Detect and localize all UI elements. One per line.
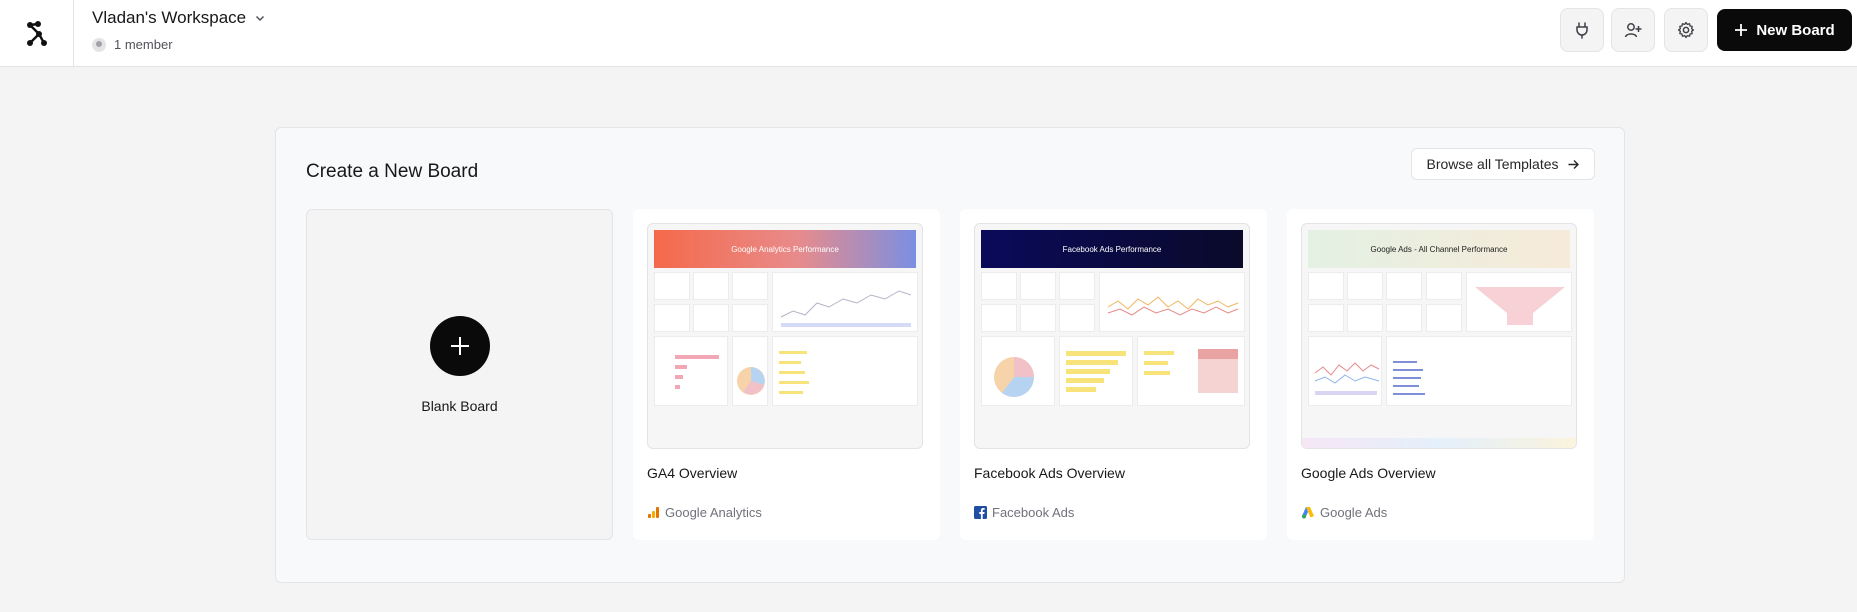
workspace-members[interactable]: 1 member [92,37,266,52]
facebook-icon [974,506,987,519]
template-source: Google Ads [1301,505,1387,520]
preview-tile [981,272,1017,300]
preview-header: Google Analytics Performance [654,230,916,268]
preview-tile [1426,304,1462,332]
new-board-button[interactable]: New Board [1717,9,1852,51]
preview-tile [1347,272,1383,300]
preview-tile [1386,304,1422,332]
top-bar: Vladan's Workspace 1 member New Board [0,0,1857,67]
preview-line-chart [1308,336,1382,406]
template-source: Facebook Ads [974,505,1074,520]
blank-board-label: Blank Board [421,397,498,414]
preview-tile [1059,304,1095,332]
preview-tile [1386,272,1422,300]
browse-templates-button[interactable]: Browse all Templates [1411,148,1595,180]
integrations-button[interactable] [1560,8,1604,52]
template-preview: Google Ads - All Channel Performance [1301,223,1577,449]
preview-tile [1347,304,1383,332]
preview-bar-chart [654,336,728,406]
preview-tile [732,272,768,300]
logo-cell[interactable] [0,0,74,67]
invite-member-button[interactable] [1611,8,1655,52]
template-preview: Google Analytics Performance [647,223,923,449]
add-user-icon [1624,23,1642,38]
preview-bar-chart [1059,336,1133,406]
browse-templates-label: Browse all Templates [1426,156,1559,172]
member-count: 1 member [114,37,173,52]
preview-tile [1059,272,1095,300]
preview-bar-chart [1137,336,1245,406]
preview-tile [654,304,690,332]
preview-tile [693,304,729,332]
app-logo-icon [26,20,47,46]
template-source-label: Google Ads [1320,505,1388,520]
template-card-ga4[interactable]: Google Analytics Performance GA4 Overvie… [633,209,940,540]
preview-table [772,336,918,406]
template-preview: Facebook Ads Performance [974,223,1250,449]
preview-footer-gradient [1302,438,1576,448]
plus-icon [1735,24,1748,36]
settings-button[interactable] [1664,8,1708,52]
workspace-name: Vladan's Workspace [92,8,247,27]
member-avatar [92,37,106,52]
blank-board-card[interactable]: Blank Board [306,209,613,540]
plug-icon [1576,22,1588,39]
preview-heading: Google Ads - All Channel Performance [1370,244,1508,254]
template-title: Facebook Ads Overview [974,465,1125,481]
google-ads-icon [1302,507,1314,519]
workspace-switcher[interactable]: Vladan's Workspace 1 member [92,7,266,52]
preview-header: Google Ads - All Channel Performance [1308,230,1570,268]
template-card-facebook-ads[interactable]: Facebook Ads Performance Facebook Ads Ov… [960,209,1267,540]
preview-funnel-chart [1466,272,1572,332]
template-source-label: Google Analytics [665,505,762,520]
create-board-panel: Create a New Board Browse all Templates … [275,127,1625,583]
workspace-title[interactable]: Vladan's Workspace [92,7,266,29]
preview-line-chart [772,272,918,332]
preview-tile [1308,272,1344,300]
preview-tile [693,272,729,300]
chevron-down-icon [256,15,265,22]
new-board-label: New Board [1756,21,1835,39]
preview-table [1386,336,1572,406]
preview-tile [732,304,768,332]
template-title: Google Ads Overview [1301,465,1436,481]
blank-board-plus [429,315,490,376]
google-analytics-icon [648,507,659,518]
preview-tile [1020,272,1056,300]
preview-tile [981,304,1017,332]
preview-heading: Facebook Ads Performance [1062,244,1162,254]
preview-tile [654,272,690,300]
template-source: Google Analytics [647,505,762,520]
preview-heading: Google Analytics Performance [731,244,839,254]
plus-icon [450,336,469,355]
preview-tile [1308,304,1344,332]
panel-title: Create a New Board [306,161,479,182]
arrow-right-icon [1568,159,1579,169]
preview-pie-chart [981,336,1055,406]
template-card-google-ads[interactable]: Google Ads - All Channel Performance Goo… [1287,209,1594,540]
preview-pie-chart [732,336,768,406]
preview-header: Facebook Ads Performance [981,230,1243,268]
gear-icon [1677,21,1695,39]
preview-line-chart [1099,272,1245,332]
preview-tile [1020,304,1056,332]
template-title: GA4 Overview [647,465,738,481]
preview-tile [1426,272,1462,300]
template-source-label: Facebook Ads [992,505,1075,520]
